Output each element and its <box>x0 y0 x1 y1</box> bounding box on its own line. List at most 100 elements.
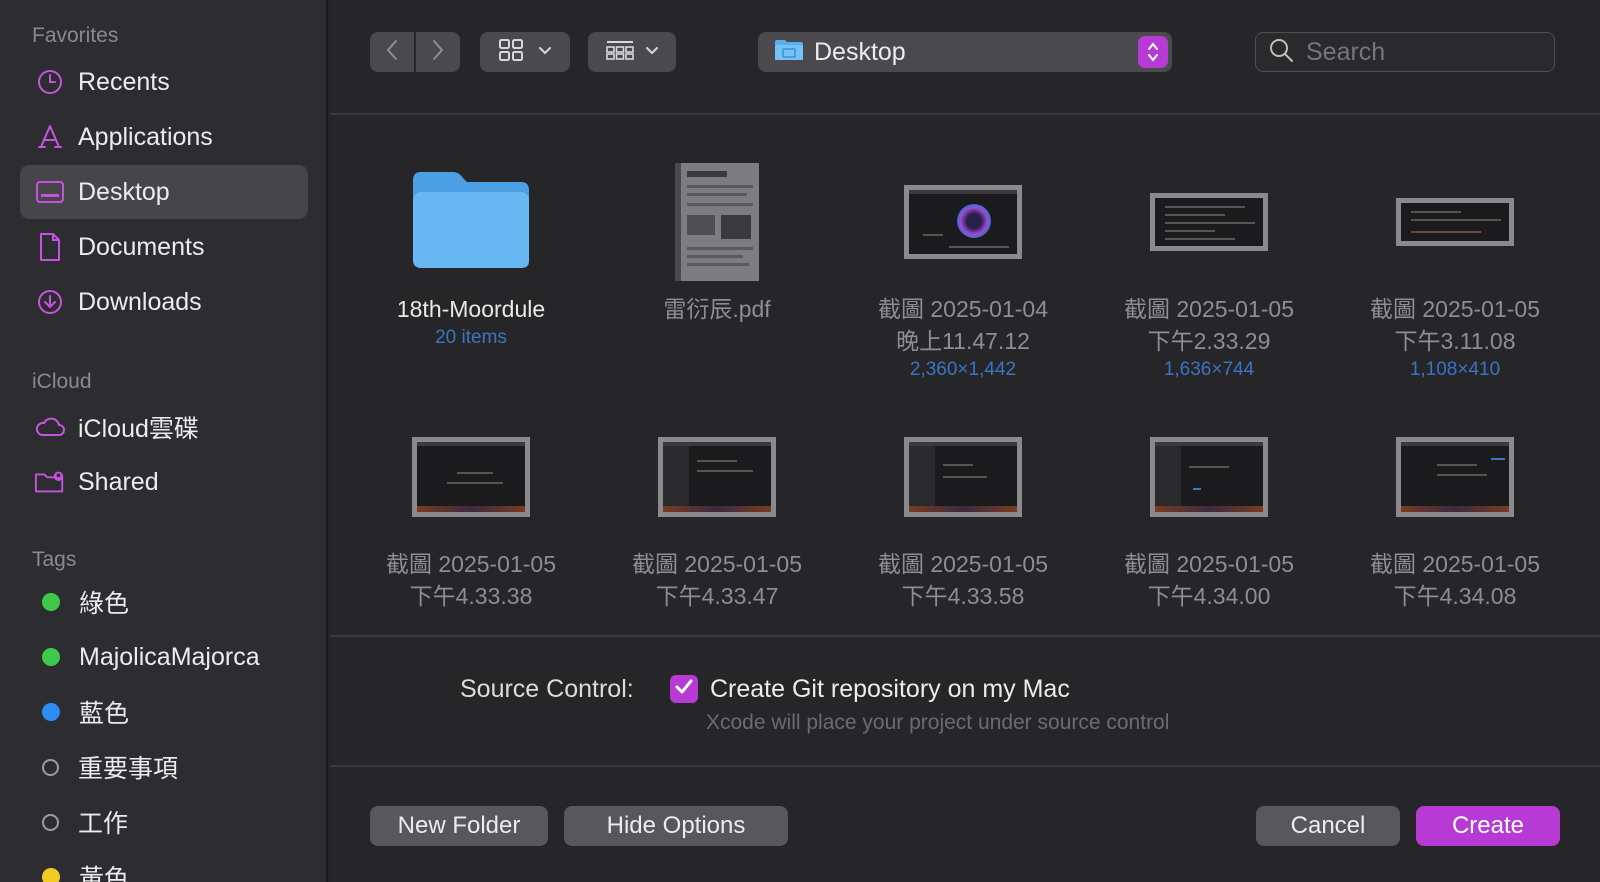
file-item-screenshot[interactable]: 截圖 2025-01-05 下午4.33.47 <box>597 412 837 612</box>
file-item-screenshot[interactable]: 截圖 2025-01-05 下午4.33.58 <box>843 412 1083 612</box>
file-item-screenshot[interactable]: 截圖 2025-01-05 下午2.33.29 1,636×744 <box>1089 157 1329 383</box>
file-item-screenshot[interactable]: 截圖 2025-01-05 下午4.34.00 <box>1089 412 1329 612</box>
screenshot-thumbnail <box>1150 437 1268 517</box>
screenshot-thumbnail <box>1150 193 1268 251</box>
clock-icon <box>34 66 66 98</box>
favorites-section-title: Favorites <box>32 24 119 47</box>
file-name: 截圖 2025-01-05 <box>385 551 557 577</box>
sidebar-tag-important[interactable]: 重要事項 <box>20 740 308 794</box>
file-name: 截圖 2025-01-05 <box>1369 296 1541 322</box>
sidebar-item-applications[interactable]: Applications <box>20 110 308 164</box>
sidebar-item-label: Shared <box>78 467 159 496</box>
sidebar-tag-work[interactable]: 工作 <box>20 795 308 849</box>
folder-icon <box>774 38 804 67</box>
sidebar-item-downloads[interactable]: Downloads <box>20 275 308 329</box>
file-name: 18th-Moordule <box>396 296 546 322</box>
sidebar-item-label: Documents <box>78 232 205 261</box>
create-button[interactable]: Create <box>1416 806 1560 846</box>
sidebar-item-label: MajolicaMajorca <box>79 642 260 671</box>
download-icon <box>34 286 66 318</box>
sidebar-tag-blue[interactable]: 藍色 <box>20 685 308 739</box>
desktop-icon <box>34 176 66 208</box>
sidebar-item-label: 藍色 <box>79 700 130 728</box>
file-name-line2: 下午4.33.58 <box>901 583 1025 609</box>
git-repository-checkbox[interactable] <box>670 675 698 703</box>
search-icon <box>1268 37 1294 68</box>
empty-tag-dot <box>42 758 59 776</box>
sidebar: Favorites Recents Applications Desktop D… <box>0 0 328 882</box>
chevron-left-icon <box>385 39 399 66</box>
file-item-screenshot[interactable]: 截圖 2025-01-05 下午4.34.08 <box>1335 412 1575 612</box>
file-name-line2: 下午4.33.38 <box>409 583 533 609</box>
git-repository-label[interactable]: Create Git repository on my Mac <box>710 675 1070 704</box>
search-input[interactable]: Search <box>1306 38 1385 67</box>
green-tag-dot <box>42 593 60 611</box>
location-label: Desktop <box>814 37 906 66</box>
file-meta: 1,108×410 <box>1409 359 1501 380</box>
source-control-label: Source Control: <box>460 675 634 703</box>
forward-button[interactable] <box>416 32 460 72</box>
sidebar-item-desktop[interactable]: Desktop <box>20 165 308 219</box>
file-item-screenshot[interactable]: 截圖 2025-01-04 晚上11.47.12 2,360×1,442 <box>843 157 1083 383</box>
cancel-button[interactable]: Cancel <box>1256 806 1400 846</box>
file-meta: 1,636×744 <box>1163 359 1255 380</box>
sidebar-tag-yellow[interactable]: 黃色 <box>20 850 308 882</box>
new-folder-button[interactable]: New Folder <box>370 806 548 846</box>
icloud-section-title: iCloud <box>32 370 92 393</box>
sidebar-item-label: Recents <box>78 67 170 96</box>
cloud-icon <box>34 411 66 443</box>
sidebar-item-icloud-drive[interactable]: iCloud雲碟 <box>20 400 308 454</box>
file-item-folder[interactable]: 18th-Moordule 20 items <box>351 157 591 351</box>
sidebar-item-label: Applications <box>78 122 213 151</box>
file-name-line2: 下午3.11.08 <box>1394 328 1516 354</box>
source-control-hint: Xcode will place your project under sour… <box>706 711 1170 734</box>
file-meta: 20 items <box>435 327 507 348</box>
chevron-right-icon <box>431 39 445 66</box>
file-name-line2: 下午4.33.47 <box>655 583 779 609</box>
file-name: 截圖 2025-01-05 <box>1369 551 1541 577</box>
sidebar-item-label: 綠色 <box>79 590 130 618</box>
screenshot-thumbnail <box>412 437 530 517</box>
group-by-button[interactable] <box>588 32 676 72</box>
group-icon <box>605 39 635 66</box>
tags-section-title: Tags <box>32 548 77 571</box>
file-name: 截圖 2025-01-05 <box>1123 551 1295 577</box>
sidebar-tag-majolicamajorca[interactable]: MajolicaMajorca <box>20 630 308 684</box>
file-name: 截圖 2025-01-05 <box>877 551 1049 577</box>
file-name: 截圖 2025-01-04 <box>877 296 1049 322</box>
screenshot-thumbnail <box>904 185 1022 259</box>
file-name-line2: 下午2.33.29 <box>1147 328 1271 354</box>
file-item-screenshot[interactable]: 截圖 2025-01-05 下午3.11.08 1,108×410 <box>1335 157 1575 383</box>
back-button[interactable] <box>370 32 414 72</box>
file-name-line2: 下午4.34.00 <box>1147 583 1271 609</box>
file-name: 截圖 2025-01-05 <box>1123 296 1295 322</box>
green-tag-dot <box>42 648 60 666</box>
screenshot-thumbnail <box>904 437 1022 517</box>
sidebar-item-label: 工作 <box>78 810 129 838</box>
file-item-screenshot[interactable]: 截圖 2025-01-05 下午4.33.38 <box>351 412 591 612</box>
view-mode-button[interactable] <box>480 32 570 72</box>
location-popup[interactable]: Desktop <box>758 32 1172 72</box>
chevron-down-icon <box>538 43 552 61</box>
document-icon <box>34 231 66 263</box>
file-name-line2: 下午4.34.08 <box>1393 583 1517 609</box>
sidebar-item-recents[interactable]: Recents <box>20 55 308 109</box>
file-item-pdf[interactable]: 雷衍辰.pdf <box>597 157 837 325</box>
options-panel: Source Control: Create Git repository on… <box>330 635 1600 767</box>
file-name: 截圖 2025-01-05 <box>631 551 803 577</box>
sidebar-tag-green[interactable]: 綠色 <box>20 575 308 629</box>
screenshot-thumbnail <box>1396 198 1514 246</box>
blue-tag-dot <box>42 703 60 721</box>
sidebar-item-shared[interactable]: Shared <box>20 455 308 509</box>
hide-options-button[interactable]: Hide Options <box>564 806 788 846</box>
toolbar: Desktop Search <box>330 0 1600 115</box>
sidebar-item-documents[interactable]: Documents <box>20 220 308 274</box>
sidebar-item-label: iCloud雲碟 <box>78 415 199 443</box>
file-name-line2: 晚上11.47.12 <box>896 328 1030 354</box>
search-field[interactable]: Search <box>1255 32 1555 72</box>
file-name: 雷衍辰.pdf <box>663 296 771 322</box>
main-panel: Desktop Search 18th-Moordule 20 items 雷衍… <box>330 0 1600 882</box>
screenshot-thumbnail <box>658 437 776 517</box>
chevron-down-icon <box>645 43 659 61</box>
file-grid: 18th-Moordule 20 items 雷衍辰.pdf 截圖 2025-0… <box>330 117 1600 635</box>
